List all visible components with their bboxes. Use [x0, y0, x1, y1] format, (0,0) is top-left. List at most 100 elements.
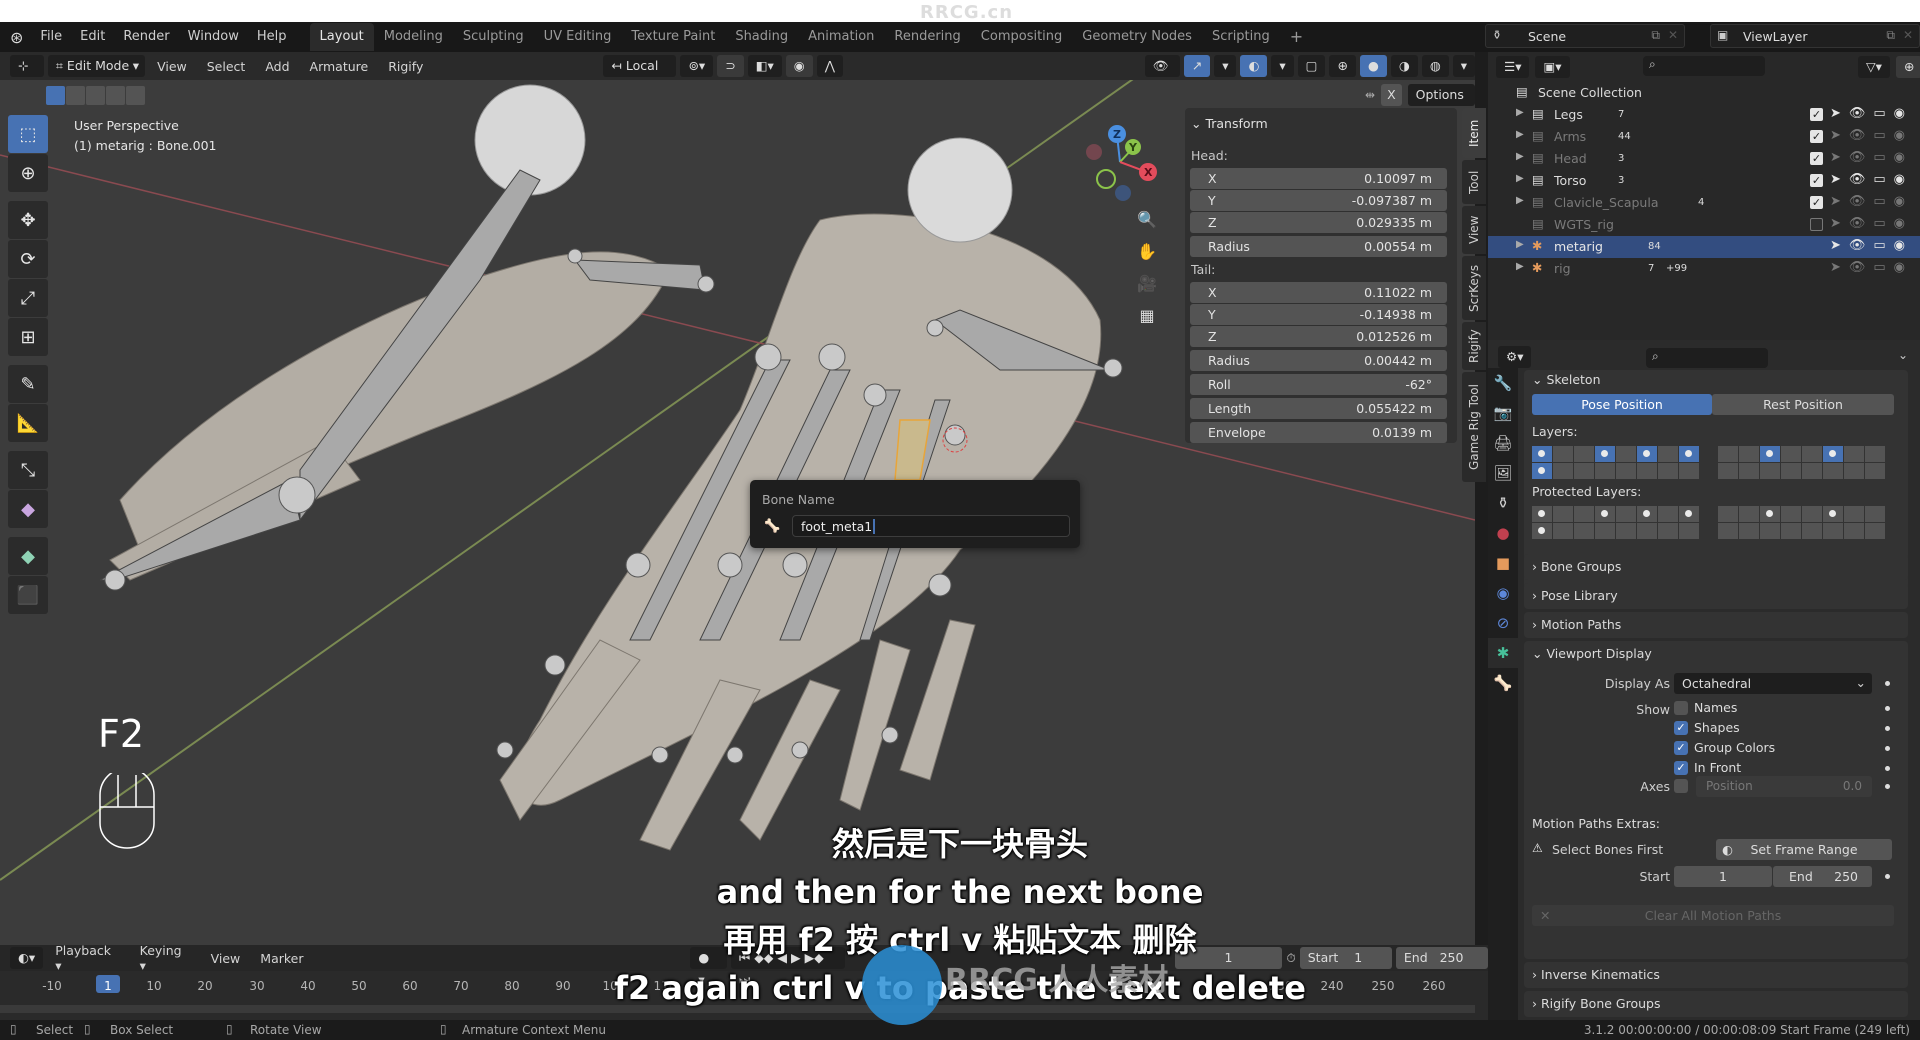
tab-item[interactable]: Item — [1462, 108, 1486, 158]
length-field[interactable]: Length 0.055422 m — [1190, 398, 1447, 419]
new-viewlayer-icon[interactable]: ⧉ — [1886, 28, 1895, 43]
tail-z-field[interactable]: Z 0.012526 m — [1190, 326, 1447, 347]
layer-toggle[interactable] — [1532, 463, 1552, 479]
axes-position-field[interactable]: Position 0.0 — [1696, 776, 1872, 797]
pivot-point-button[interactable]: ⊚▾ — [680, 55, 714, 77]
exclude-checkbox[interactable]: ✓ — [1810, 108, 1823, 121]
envelope-tool[interactable]: ⬛ — [8, 576, 48, 614]
gizmo-toggle[interactable]: ↗ — [1183, 55, 1211, 77]
animate-property-dot[interactable] — [1885, 746, 1890, 751]
shading-solid[interactable]: ● — [1359, 55, 1387, 77]
proportional-falloff-button[interactable]: ⋀ — [816, 55, 843, 77]
roll-tool[interactable]: ⤡ — [8, 451, 48, 489]
layer-toggle[interactable] — [1865, 446, 1885, 462]
select-mode-set[interactable] — [46, 86, 65, 105]
layer-toggle[interactable] — [1637, 463, 1657, 479]
layer-toggle[interactable] — [1823, 523, 1843, 539]
exclude-checkbox[interactable]: ✓ — [1810, 152, 1823, 165]
object-tab-icon[interactable]: ■ — [1488, 548, 1518, 578]
transform-tool[interactable]: ⊞ — [8, 318, 48, 356]
show-in-front-checkbox[interactable]: ✓ — [1674, 761, 1688, 775]
layer-toggle[interactable] — [1637, 446, 1657, 462]
layer-toggle[interactable] — [1718, 446, 1738, 462]
visibility-toggles[interactable]: ➤👁▭◉ — [1830, 128, 1913, 143]
tool-tab-icon[interactable]: 🔧 — [1488, 368, 1518, 398]
scale-tool[interactable]: ⤢ — [8, 279, 48, 317]
scene-collection-row[interactable]: ▤ Scene Collection — [1488, 82, 1920, 104]
layer-toggle[interactable] — [1679, 523, 1699, 539]
layer-toggle[interactable] — [1802, 446, 1822, 462]
layer-toggle[interactable] — [1718, 506, 1738, 522]
bone-groups-section[interactable]: › Bone Groups — [1524, 554, 1908, 580]
gizmo-dropdown[interactable]: ▾ — [1214, 55, 1237, 77]
layer-toggle[interactable] — [1637, 506, 1657, 522]
outliner-row[interactable]: ▶ ▤ Arms 44 ✓ ➤👁▭◉ — [1488, 126, 1920, 148]
tab-uv-editing[interactable]: UV Editing — [534, 23, 622, 51]
layer-toggle[interactable] — [1823, 463, 1843, 479]
render-tab-icon[interactable]: 📷 — [1488, 398, 1518, 428]
editor-type-button[interactable]: ⊹ ▾ — [10, 55, 44, 95]
blender-logo-icon[interactable]: ⊛ — [0, 28, 31, 47]
navigation-gizmo[interactable]: Z Y X — [1075, 120, 1165, 210]
exclude-checkbox[interactable]: ✓ — [1810, 196, 1823, 209]
head-radius-field[interactable]: Radius 0.00554 m — [1190, 236, 1447, 257]
menu-edit[interactable]: Edit — [71, 22, 114, 52]
filter-viewlayer-button[interactable]: ▣▾ — [1535, 56, 1570, 78]
layer-toggle[interactable] — [1574, 523, 1594, 539]
scene-selector[interactable]: ⚱ Scene ⧉ ✕ — [1485, 24, 1685, 48]
layer-toggle[interactable] — [1802, 506, 1822, 522]
overlays-dropdown[interactable]: ▾ — [1271, 55, 1294, 77]
layer-toggle[interactable] — [1679, 463, 1699, 479]
visibility-toggles[interactable]: ➤👁▭◉ — [1830, 106, 1913, 121]
options-dropdown[interactable]: Options ▾ — [1407, 84, 1475, 124]
layer-toggle[interactable] — [1532, 506, 1552, 522]
layer-toggle[interactable] — [1760, 523, 1780, 539]
animate-property-dot[interactable] — [1885, 784, 1890, 789]
x-mirror-toggle[interactable]: X — [1381, 84, 1402, 106]
head-x-field[interactable]: X 0.10097 m — [1190, 168, 1447, 189]
shading-options-dropdown[interactable]: ▾ — [1452, 55, 1476, 77]
proportional-edit-toggle[interactable]: ◉ — [785, 55, 813, 77]
layer-toggle[interactable] — [1574, 506, 1594, 522]
layer-toggle[interactable] — [1802, 523, 1822, 539]
exclude-checkbox[interactable]: ✓ — [1810, 130, 1823, 143]
transform-orientation-selector[interactable]: ↤ Local ▾ — [603, 55, 677, 95]
cursor-tool[interactable]: ⊕ — [8, 154, 48, 192]
axes-checkbox[interactable] — [1674, 779, 1688, 793]
snap-toggle[interactable]: ⊃ — [717, 55, 744, 77]
exclude-checkbox[interactable] — [1810, 218, 1823, 231]
overlays-toggle[interactable]: ◐ — [1240, 55, 1268, 77]
tab-sculpting[interactable]: Sculpting — [453, 23, 534, 51]
properties-editor-type-button[interactable]: ⚙▾ — [1498, 346, 1532, 368]
layer-toggle[interactable] — [1658, 446, 1678, 462]
layer-toggle[interactable] — [1616, 463, 1636, 479]
properties-search-input[interactable]: ⌕ — [1646, 348, 1768, 368]
physics-tab-icon[interactable]: ◉ — [1488, 578, 1518, 608]
menu-help[interactable]: Help — [248, 22, 296, 52]
bone-size-tool[interactable]: ◆ — [8, 490, 48, 528]
mode-selector[interactable]: ⌗ Edit Mode ▾ — [47, 55, 146, 77]
visibility-toggles[interactable]: ➤👁▭◉ — [1830, 194, 1913, 209]
layer-toggle[interactable] — [1865, 463, 1885, 479]
tab-texture-paint[interactable]: Texture Paint — [621, 23, 725, 51]
shading-material[interactable]: ◑ — [1390, 55, 1418, 77]
visibility-toggles[interactable]: ➤👁▭◉ — [1830, 216, 1913, 231]
layer-toggle[interactable] — [1844, 523, 1864, 539]
layer-toggle[interactable] — [1718, 523, 1738, 539]
animate-property-dot[interactable] — [1885, 706, 1890, 711]
snap-target-button[interactable]: ◧▾ — [747, 55, 782, 77]
layer-toggle[interactable] — [1844, 446, 1864, 462]
head-z-field[interactable]: Z 0.029335 m — [1190, 212, 1447, 233]
ortho-toggle-button[interactable]: ▦ — [1132, 306, 1162, 338]
tab-view[interactable]: View — [1462, 206, 1486, 254]
outliner-row[interactable]: ▶ ✱ metarig 84 ➤👁▭◉ — [1488, 236, 1920, 258]
layer-toggle[interactable] — [1760, 463, 1780, 479]
head-y-field[interactable]: Y -0.097387 m — [1190, 190, 1447, 211]
tab-animation[interactable]: Animation — [798, 23, 884, 51]
tab-scrkeys[interactable]: ScrKeys — [1462, 256, 1486, 320]
tab-rigify[interactable]: Rigify — [1462, 322, 1486, 370]
menu-view[interactable]: View — [149, 59, 195, 74]
layer-toggle[interactable] — [1739, 523, 1759, 539]
layer-toggle[interactable] — [1553, 446, 1573, 462]
expand-arrow-icon[interactable]: ▶ — [1516, 195, 1524, 206]
